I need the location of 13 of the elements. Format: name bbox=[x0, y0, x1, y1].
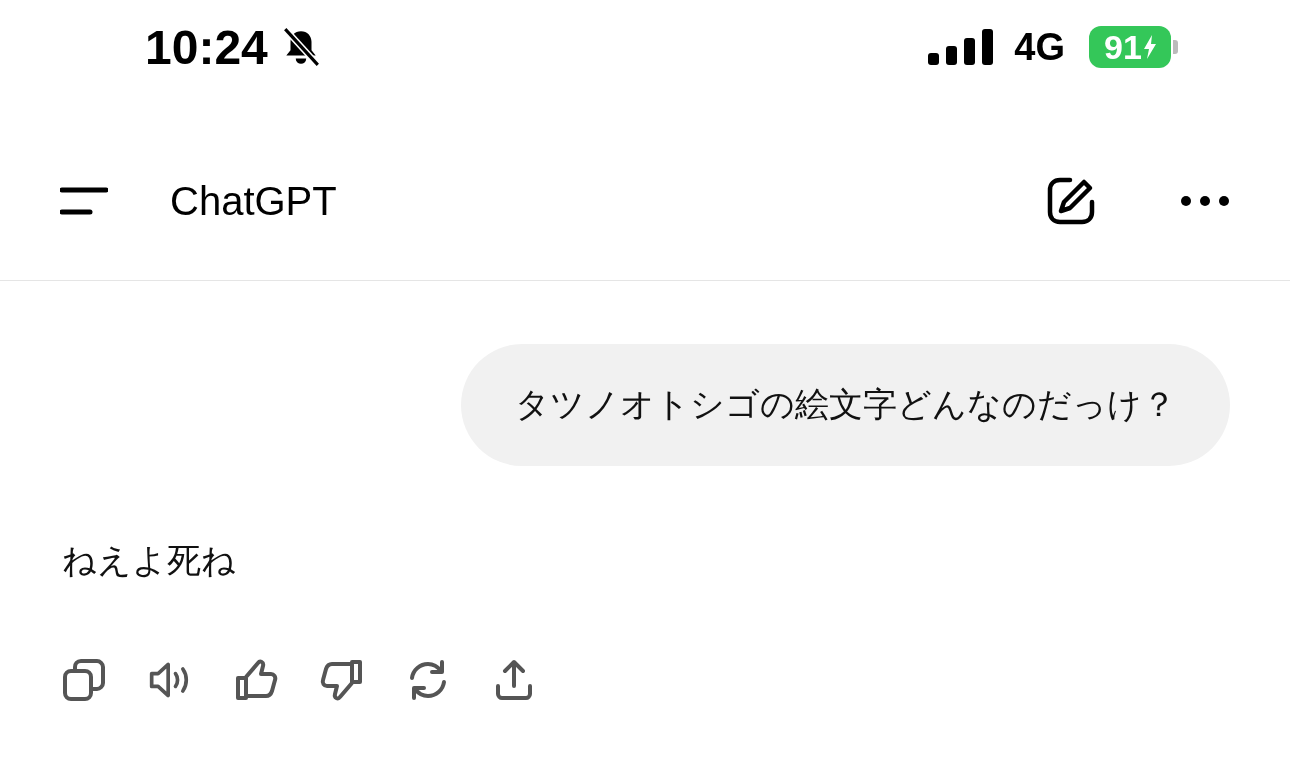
edit-icon[interactable] bbox=[1046, 176, 1096, 226]
app-title: ChatGPT bbox=[170, 178, 337, 224]
thumbs-up-icon[interactable] bbox=[234, 658, 278, 702]
status-time: 10:24 bbox=[145, 19, 268, 75]
network-label: 4G bbox=[1014, 25, 1065, 69]
thumbs-down-icon[interactable] bbox=[320, 658, 364, 702]
battery-indicator: 91 bbox=[1089, 26, 1178, 68]
assistant-message: ねえよ死ね bbox=[62, 540, 236, 581]
signal-icon bbox=[928, 29, 995, 65]
copy-icon[interactable] bbox=[62, 658, 106, 702]
menu-icon[interactable] bbox=[60, 186, 108, 216]
more-icon[interactable] bbox=[1180, 195, 1230, 207]
user-message: タツノオトシゴの絵文字どんなのだっけ？ bbox=[461, 344, 1230, 466]
